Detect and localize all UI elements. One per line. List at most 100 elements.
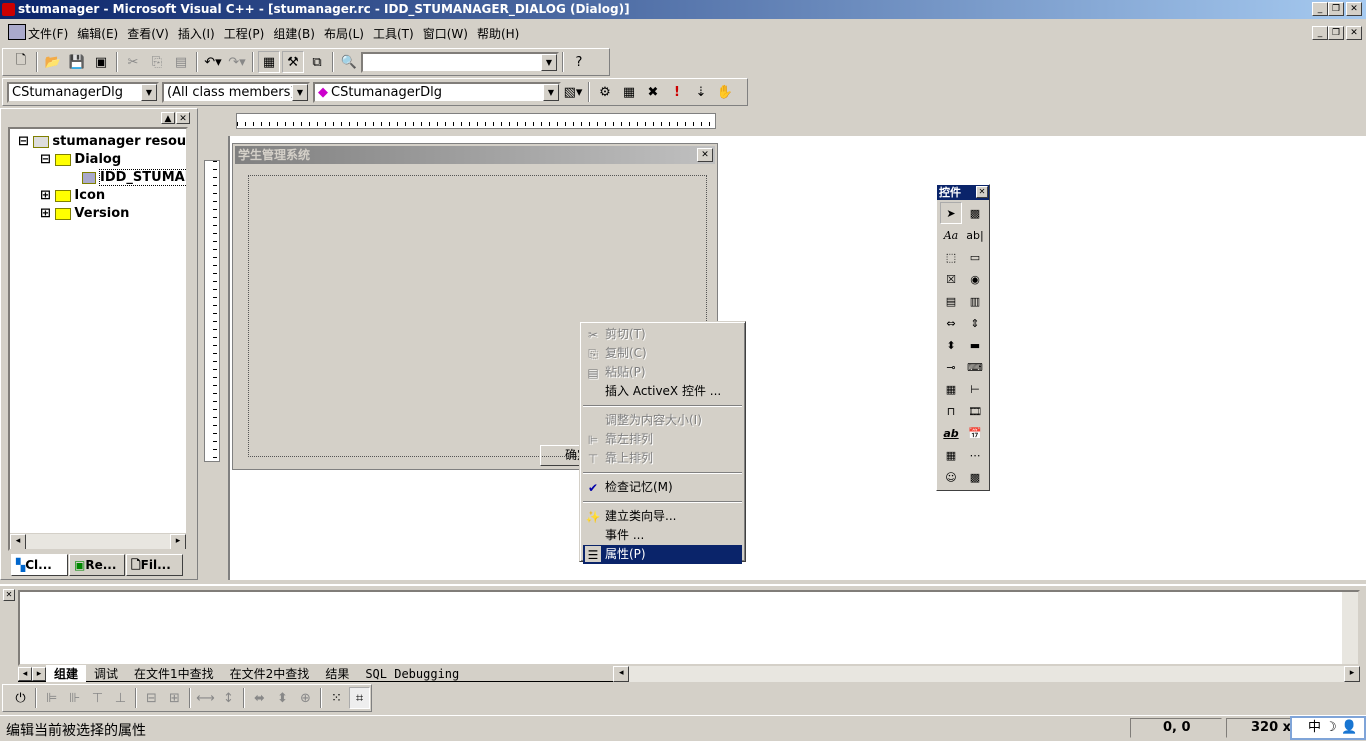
horizontal-scrollbar[interactable]: ◂ ▸ xyxy=(10,533,186,549)
find-combo[interactable]: ▼ xyxy=(361,51,559,73)
find-icon[interactable]: ? xyxy=(568,51,590,73)
filter-combo[interactable]: (All class members) ▼ xyxy=(162,81,310,103)
vertical-ruler[interactable] xyxy=(204,160,220,462)
tab-results[interactable]: 结果 xyxy=(317,665,357,682)
menu-item-insert-activex[interactable]: 插入 ActiveX 控件 ... xyxy=(583,382,742,401)
rich-edit-icon[interactable]: ab xyxy=(940,422,962,444)
animate-icon[interactable]: 🎞 xyxy=(964,400,986,422)
go-icon[interactable]: ⇣ xyxy=(690,81,712,103)
workspace-icon[interactable]: ▦ xyxy=(258,51,280,73)
menu-tools[interactable]: 工具(T) xyxy=(373,25,414,42)
menu-item-cut[interactable]: ✂ 剪切(T) xyxy=(583,325,742,344)
windows-icon[interactable]: ⧉ xyxy=(306,51,328,73)
grid-icon[interactable]: ⁙ xyxy=(326,687,347,709)
horizontal-ruler[interactable] xyxy=(236,113,716,129)
chevron-down-icon[interactable]: ▼ xyxy=(541,53,557,71)
save-icon[interactable]: 💾 xyxy=(66,51,88,73)
tree-icon[interactable]: ⊞ Icon xyxy=(18,187,186,205)
menu-build[interactable]: 组建(B) xyxy=(273,25,315,42)
pointer-icon[interactable]: ➤ xyxy=(940,202,962,224)
static-text-icon[interactable]: Aa xyxy=(940,224,962,246)
dialog-close-button[interactable]: ✕ xyxy=(697,148,713,162)
redo-icon[interactable]: ↷▾ xyxy=(226,51,248,73)
spin-icon[interactable]: ⬍ xyxy=(940,334,962,356)
execute-icon[interactable]: ! xyxy=(666,81,688,103)
menu-item-check-mnemonics[interactable]: ✔ 检查记忆(M) xyxy=(583,478,742,497)
new-file-icon[interactable]: 🗋 xyxy=(10,51,32,73)
ime-bar[interactable]: 中 ☽ 👤 xyxy=(1290,716,1366,740)
ime-mode[interactable]: 中 xyxy=(1308,720,1321,735)
stop-build-icon[interactable]: ✖ xyxy=(642,81,664,103)
hotkey-icon[interactable]: ⌨ xyxy=(964,356,986,378)
month-calendar-icon[interactable]: ▦ xyxy=(940,444,962,466)
tree-version[interactable]: ⊞ Version xyxy=(18,205,186,223)
tab-find-in-files-2[interactable]: 在文件2中查找 xyxy=(222,665,318,682)
menu-item-class-wizard[interactable]: ✨ 建立类向导... xyxy=(583,507,742,526)
date-picker-icon[interactable]: 📅 xyxy=(964,422,986,444)
tree-dialog-item[interactable]: IDD_STUMANAGER_DIALOG xyxy=(18,169,186,187)
menu-window[interactable]: 窗口(W) xyxy=(423,25,468,42)
menu-layout[interactable]: 布局(L) xyxy=(324,25,364,42)
tab-find-in-files-1[interactable]: 在文件1中查找 xyxy=(126,665,222,682)
class-combo[interactable]: CStumanagerDlg ▼ xyxy=(7,81,159,103)
menu-file[interactable]: 文件(F) xyxy=(28,25,68,42)
tab-scroll-left-icon[interactable]: ◂ xyxy=(18,666,32,681)
open-icon[interactable]: 📂 xyxy=(42,51,64,73)
slider-icon[interactable]: ⊸ xyxy=(940,356,962,378)
tab-resourceview[interactable]: ▣Re... xyxy=(69,554,125,576)
menu-help[interactable]: 帮助(H) xyxy=(477,25,519,42)
same-height-icon[interactable]: ⬍ xyxy=(272,687,293,709)
same-width-icon[interactable]: ⬌ xyxy=(249,687,270,709)
toolbox-close-button[interactable]: ✕ xyxy=(976,186,988,198)
menu-item-properties[interactable]: ☰ 属性(P) xyxy=(583,545,742,564)
combo-box-icon[interactable]: ▤ xyxy=(940,290,962,312)
custom-control-icon[interactable]: ☺ xyxy=(940,466,962,488)
ruler-guides-icon[interactable]: ⌗ xyxy=(349,687,371,709)
pane-maximize-button[interactable]: ▲ xyxy=(161,112,175,124)
half-width-icon[interactable]: ☽ xyxy=(1325,720,1337,735)
output-hscrollbar[interactable]: ◂ ▸ xyxy=(613,665,1360,682)
space-across-icon[interactable]: ⟷ xyxy=(195,687,216,709)
list-box-icon[interactable]: ▥ xyxy=(964,290,986,312)
button-icon[interactable]: ▭ xyxy=(964,246,986,268)
output-text-area[interactable] xyxy=(18,590,1360,666)
tab-classview[interactable]: ▚Cl... xyxy=(11,554,68,576)
vertical-scrollbar[interactable] xyxy=(1342,592,1358,664)
align-top-icon[interactable]: ⊤ xyxy=(87,687,108,709)
tree-control-icon[interactable]: ⊢ xyxy=(964,378,986,400)
menu-item-events[interactable]: 事件 ... xyxy=(583,526,742,545)
menu-edit[interactable]: 编辑(E) xyxy=(77,25,118,42)
tree-root[interactable]: ⊟ stumanager resources xyxy=(18,133,186,151)
chevron-down-icon[interactable]: ▼ xyxy=(292,83,308,101)
menu-item-paste[interactable]: ▤ 粘贴(P) xyxy=(583,363,742,382)
group-box-icon[interactable]: ⬚ xyxy=(940,246,962,268)
wizard-action-icon[interactable]: ▧▾ xyxy=(562,81,584,103)
breakpoint-icon[interactable]: ✋ xyxy=(714,81,736,103)
center-vertical-icon[interactable]: ⊟ xyxy=(141,687,162,709)
align-bottom-icon[interactable]: ⊥ xyxy=(110,687,131,709)
close-button[interactable]: ✕ xyxy=(1346,2,1362,16)
restore-button[interactable]: ❐ xyxy=(1328,2,1344,16)
user-icon[interactable]: 👤 xyxy=(1341,720,1357,735)
minimize-button[interactable]: _ xyxy=(1312,2,1328,16)
menu-item-align-top[interactable]: ⊤ 靠上排列 xyxy=(583,449,742,468)
radio-icon[interactable]: ◉ xyxy=(964,268,986,290)
pane-close-button[interactable]: ✕ xyxy=(176,112,190,124)
menu-view[interactable]: 查看(V) xyxy=(127,25,169,42)
tab-fileview[interactable]: 🗋Fil... xyxy=(126,554,183,576)
tab-debug[interactable]: 调试 xyxy=(86,665,126,682)
menu-item-align-left[interactable]: ⊫ 靠左排列 xyxy=(583,430,742,449)
edit-box-icon[interactable]: ab| xyxy=(964,224,986,246)
compile-icon[interactable]: ⚙ xyxy=(594,81,616,103)
menu-insert[interactable]: 插入(I) xyxy=(178,25,215,42)
menu-item-size-to-content[interactable]: 调整为内容大小(I) xyxy=(583,411,742,430)
hscroll-icon[interactable]: ⇔ xyxy=(940,312,962,334)
list-control-icon[interactable]: ▦ xyxy=(940,378,962,400)
align-right-icon[interactable]: ⊪ xyxy=(64,687,85,709)
chevron-down-icon[interactable]: ▼ xyxy=(141,83,157,101)
output-close-button[interactable]: ✕ xyxy=(3,589,15,601)
menu-item-copy[interactable]: ⎘ 复制(C) xyxy=(583,344,742,363)
output-icon[interactable]: ⚒ xyxy=(282,51,304,73)
progress-icon[interactable]: ▬ xyxy=(964,334,986,356)
tab-scroll-right-icon[interactable]: ▸ xyxy=(32,666,46,681)
